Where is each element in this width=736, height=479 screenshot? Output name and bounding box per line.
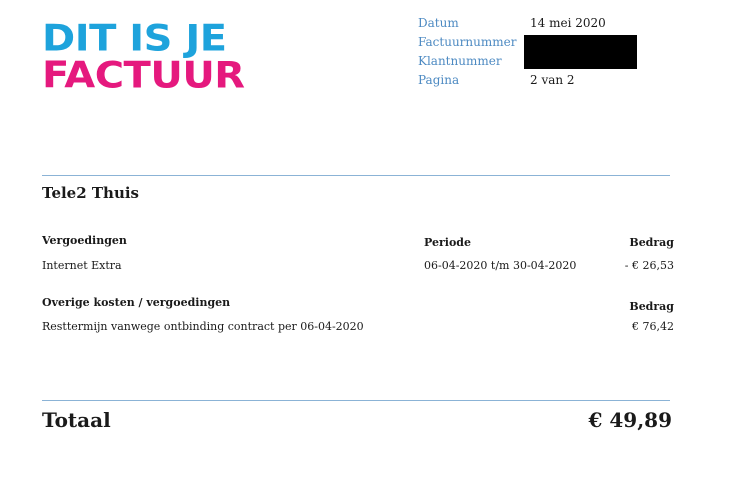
vergoeding-periode: 06-04-2020 t/m 30-04-2020 <box>424 259 577 272</box>
overige-bedrag: € 76,42 <box>632 320 674 333</box>
overige-bedrag-column-header: Bedrag <box>629 300 674 313</box>
total-amount: € 49,89 <box>588 408 672 432</box>
periode-column-header: Periode <box>424 236 471 249</box>
meta-row-pagina: Pagina 2 van 2 <box>418 71 648 90</box>
redaction-box <box>524 35 637 69</box>
logo-line-2: FACTUUR <box>42 54 245 97</box>
meta-label-pagina: Pagina <box>418 73 460 87</box>
overige-kosten-heading: Overige kosten / vergoedingen <box>42 296 231 309</box>
vergoeding-bedrag: - € 26,53 <box>624 259 674 272</box>
vergoedingen-heading: Vergoedingen <box>42 234 127 247</box>
meta-label-klantnummer: Klantnummer <box>418 54 502 68</box>
meta-value-pagina: 2 van 2 <box>530 73 575 87</box>
divider-bottom <box>42 400 670 401</box>
meta-label-datum: Datum <box>418 16 459 30</box>
divider-top <box>42 175 670 176</box>
logo-line-1: DIT IS JE <box>42 17 227 60</box>
meta-label-factuurnummer: Factuurnummer <box>418 35 517 49</box>
bedrag-column-header: Bedrag <box>629 236 674 249</box>
overige-description: Resttermijn vanwege ontbinding contract … <box>42 320 364 333</box>
meta-row-datum: Datum 14 mei 2020 <box>418 14 648 33</box>
meta-value-datum: 14 mei 2020 <box>530 16 606 30</box>
invoice-logo: DIT IS JE FACTUUR <box>42 17 245 97</box>
section-title: Tele2 Thuis <box>42 184 140 202</box>
vergoeding-description: Internet Extra <box>42 259 122 272</box>
total-label: Totaal <box>42 408 111 432</box>
